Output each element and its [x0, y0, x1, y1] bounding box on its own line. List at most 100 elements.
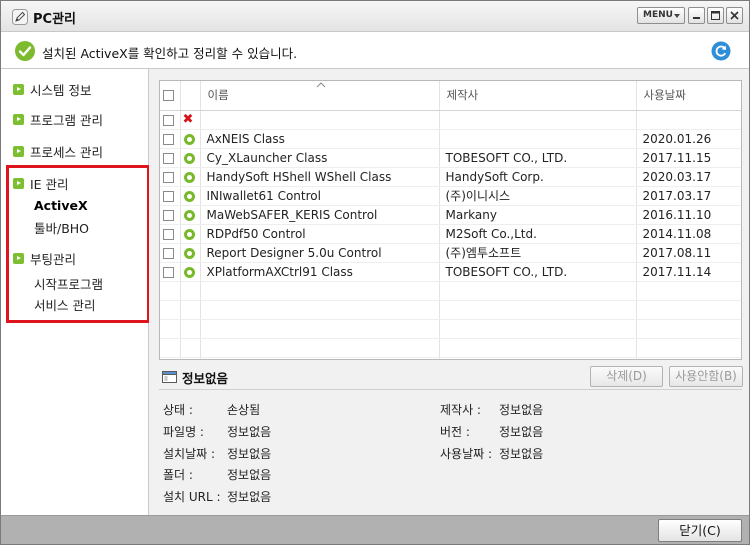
table-row[interactable]: Cy_XLauncher Class TOBESOFT CO., LTD. 2017…: [160, 148, 741, 168]
filename-label: 파일명 :: [163, 425, 204, 439]
row-checkbox[interactable]: [163, 266, 174, 278]
sidebar-item-label: 시스템 정보: [30, 82, 92, 98]
play-bullet-icon: [13, 83, 24, 95]
cell-date: 2016.11.10: [636, 205, 741, 225]
cell-maker: (주)이니시스: [439, 186, 637, 206]
table-row[interactable]: RDPdf50 Control M2Soft Co.,Ltd. 2014.11.08: [160, 224, 741, 244]
row-checkbox[interactable]: [163, 171, 174, 183]
row-checkbox[interactable]: [163, 133, 174, 145]
status-ok-icon: [183, 228, 195, 240]
cell-maker: (주)엠투소프트: [439, 243, 637, 263]
footer-bar: 닫기(C): [1, 515, 749, 544]
detail-title: 정보없음: [182, 370, 229, 386]
status-ok-icon: [183, 190, 195, 202]
column-header-date[interactable]: 사용날짜: [636, 81, 741, 111]
maker-value: 정보없음: [499, 403, 544, 417]
cell-name: XPlatformAXCtrl91 Class: [200, 262, 440, 282]
row-checkbox[interactable]: [163, 114, 174, 126]
cell-date: 2020.01.26: [636, 129, 741, 149]
cell-maker: [439, 129, 637, 149]
column-header-maker[interactable]: 제작사: [439, 81, 637, 111]
detail-divider: [159, 389, 742, 390]
table-header-row: 이름 제작사 사용날짜: [160, 81, 741, 111]
sort-caret-icon[interactable]: [316, 82, 326, 88]
pc-manager-window: PC관리 MENU 설치된 ActiveX를 확인하고 정리할 수 있습니다.: [0, 0, 750, 545]
sidebar-item-system-info[interactable]: 시스템 정보: [13, 80, 91, 98]
window-title: PC관리: [33, 12, 76, 27]
maximize-button[interactable]: [707, 7, 724, 24]
table-row[interactable]: Report Designer 5.0u Control (주)엠투소프트 2017…: [160, 243, 741, 263]
sidebar: 시스템 정보 프로그램 관리 프로세스 관리 IE 관리 ActiveX 툴바/…: [1, 69, 150, 515]
empty-table-row: [160, 357, 741, 359]
table-row[interactable]: HandySoft HShell WShell Class HandySoft C…: [160, 167, 741, 187]
cell-date: 2017.03.17: [636, 186, 741, 206]
row-checkbox[interactable]: [163, 152, 174, 164]
install-url-value: 정보없음: [227, 490, 272, 504]
detail-header: 정보없음: [162, 368, 228, 386]
table-row-damaged[interactable]: ✖: [160, 110, 741, 130]
table-row[interactable]: MaWebSAFER_KERIS Control Markany 2016.11.1…: [160, 205, 741, 225]
empty-table-row: [160, 281, 741, 301]
cell-name: HandySoft HShell WShell Class: [200, 167, 440, 187]
cell-name: Report Designer 5.0u Control: [200, 243, 440, 263]
cell-date: 2017.11.14: [636, 262, 741, 282]
row-checkbox[interactable]: [163, 228, 174, 240]
cell-date: 2017.08.11: [636, 243, 741, 263]
cell-name: INIwallet61 Control: [200, 186, 440, 206]
status-ok-icon: [183, 133, 195, 145]
delete-button[interactable]: 삭제(D): [590, 366, 663, 387]
select-all-header[interactable]: [160, 81, 181, 111]
row-checkbox[interactable]: [163, 190, 174, 202]
cell-name: RDPdf50 Control: [200, 224, 440, 244]
play-bullet-icon: [13, 113, 24, 125]
cell-maker: Markany: [439, 205, 637, 225]
use-date-label: 사용날짜 :: [440, 447, 493, 461]
menu-button[interactable]: MENU: [637, 7, 685, 24]
window-panel-icon: [162, 371, 177, 383]
sidebar-item-label: 프로그램 관리: [30, 112, 103, 128]
sidebar-item-label: 프로세스 관리: [30, 144, 103, 160]
select-all-checkbox[interactable]: [163, 90, 174, 102]
highlight-annotation-box: [6, 165, 150, 323]
empty-table-row: [160, 319, 741, 339]
check-circle-icon: [15, 41, 35, 61]
minimize-icon: [693, 17, 700, 19]
install-date-label: 설치날짜 :: [163, 447, 216, 461]
close-icon: [730, 11, 739, 20]
cell-date: 2017.11.15: [636, 148, 741, 168]
sidebar-item-program-manager[interactable]: 프로그램 관리: [13, 110, 103, 128]
status-ok-icon: [183, 247, 195, 259]
cell-name: Cy_XLauncher Class: [200, 148, 440, 168]
activex-table: 이름 제작사 사용날짜 ✖ AxNEIS Class 2020.01.26 Cy_X…: [159, 80, 742, 360]
pencil-icon: [12, 9, 28, 25]
version-label: 버전 :: [440, 425, 470, 439]
maximize-icon: [711, 11, 720, 20]
chevron-down-icon: [674, 14, 680, 18]
info-message: 설치된 ActiveX를 확인하고 정리할 수 있습니다.: [42, 46, 298, 61]
cell-maker: HandySoft Corp.: [439, 167, 637, 187]
close-window-button[interactable]: [726, 7, 743, 24]
status-column-header: [180, 81, 201, 111]
info-bar: 설치된 ActiveX를 확인하고 정리할 수 있습니다.: [1, 32, 749, 69]
status-ok-icon: [183, 152, 195, 164]
status-ok-icon: [183, 266, 195, 278]
sidebar-item-process-manager[interactable]: 프로세스 관리: [13, 142, 103, 160]
damaged-x-icon: ✖: [182, 112, 194, 127]
row-checkbox[interactable]: [163, 247, 174, 259]
table-row[interactable]: AxNEIS Class 2020.01.26: [160, 129, 741, 149]
refresh-icon[interactable]: [711, 41, 731, 61]
filename-value: 정보없음: [227, 425, 272, 439]
status-label: 상태 :: [163, 403, 193, 417]
disable-button[interactable]: 사용안함(B): [669, 366, 743, 387]
play-bullet-icon: [13, 145, 24, 157]
cell-maker: TOBESOFT CO., LTD.: [439, 262, 637, 282]
table-row[interactable]: XPlatformAXCtrl91 Class TOBESOFT CO., LTD…: [160, 262, 741, 282]
table-row[interactable]: INIwallet61 Control (주)이니시스 2017.03.17: [160, 186, 741, 206]
close-button[interactable]: 닫기(C): [658, 519, 742, 542]
row-checkbox[interactable]: [163, 209, 174, 221]
folder-value: 정보없음: [227, 468, 272, 482]
maker-label: 제작사 :: [440, 403, 481, 417]
menu-button-label: MENU: [643, 10, 673, 20]
minimize-button[interactable]: [688, 7, 705, 24]
status-ok-icon: [183, 209, 195, 221]
